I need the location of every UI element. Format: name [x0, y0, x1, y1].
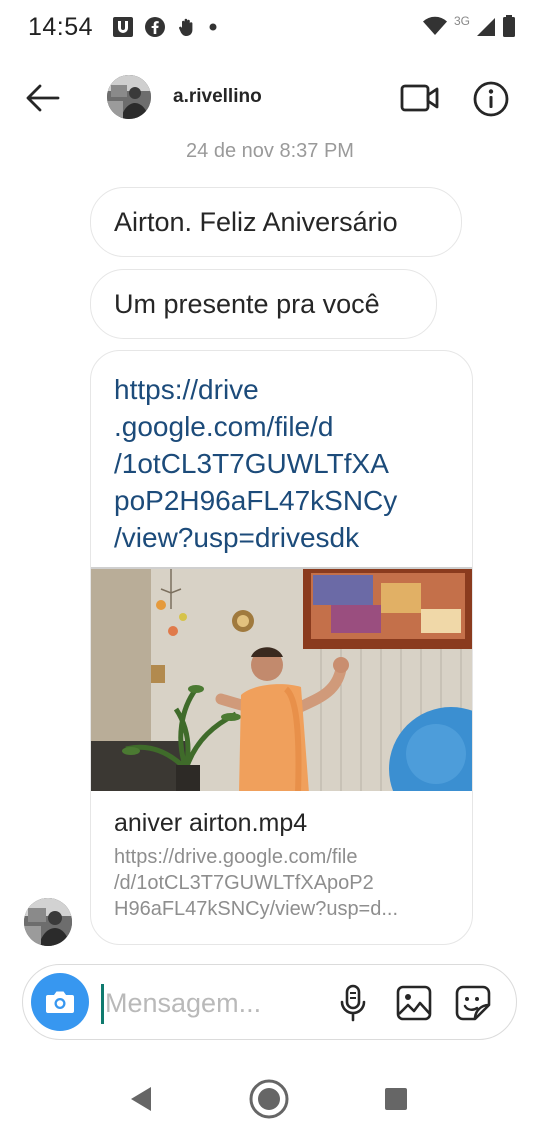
link-url-line: /1otCL3T7GUWLTfXA — [114, 448, 389, 479]
message-text: Airton. Feliz Aniversário — [114, 206, 398, 237]
video-call-icon — [400, 84, 439, 112]
wifi-icon — [422, 15, 448, 37]
message-timestamp: 24 de nov 8:37 PM — [186, 140, 354, 162]
text-caret — [101, 984, 104, 1024]
u-app-icon — [112, 16, 134, 38]
video-call-button[interactable] — [398, 80, 442, 116]
link-message-card[interactable]: https://drive .google.com/file/d /1otCL3… — [90, 350, 473, 945]
gallery-icon — [396, 985, 432, 1021]
dot-icon — [208, 22, 218, 32]
link-preview-url: https://drive.google.com/file /d/1otCL3T… — [114, 844, 452, 922]
link-preview-meta[interactable]: aniver airton.mp4 https://drive.google.c… — [91, 791, 472, 922]
message-bubble[interactable]: Airton. Feliz Aniversário — [90, 187, 462, 257]
link-preview-title: aniver airton.mp4 — [114, 809, 308, 837]
message-bubble[interactable]: Um presente pra você — [90, 269, 437, 339]
camera-button[interactable] — [31, 973, 89, 1031]
back-button[interactable] — [20, 78, 64, 118]
avatar[interactable] — [107, 75, 151, 119]
nav-home-button[interactable] — [248, 1078, 290, 1120]
status-bar: 14:54 3G — [0, 0, 540, 56]
signal-icon — [476, 15, 496, 37]
chat-username[interactable]: a.rivellino — [173, 86, 262, 108]
message-composer — [22, 964, 517, 1040]
sticker-button[interactable] — [453, 983, 493, 1023]
link-url-line: poP2H96aFL47kSNCy — [114, 485, 398, 516]
system-navigation-bar — [0, 1062, 540, 1135]
back-arrow-icon — [26, 84, 60, 112]
notification-icons — [112, 16, 218, 38]
info-icon — [473, 81, 509, 117]
hand-icon — [176, 16, 198, 38]
info-button[interactable] — [470, 78, 512, 120]
link-preview-image[interactable] — [91, 567, 472, 791]
system-icons: 3G — [422, 14, 516, 38]
link-preview-url-line: https://drive.google.com/file — [114, 846, 358, 868]
status-time: 14:54 — [28, 13, 94, 41]
nav-home-icon — [249, 1079, 289, 1119]
message-text: Um presente pra você — [114, 288, 380, 319]
link-preview-url-line: /d/1otCL3T7GUWLTfXApoP2 — [114, 872, 374, 894]
gallery-button[interactable] — [394, 983, 434, 1023]
microphone-icon — [340, 984, 366, 1022]
network-type-label: 3G — [453, 14, 470, 28]
voice-message-button[interactable] — [335, 983, 371, 1023]
chat-header: a.rivellino — [0, 62, 540, 134]
message-input[interactable] — [105, 979, 315, 1027]
link-url-line: /view?usp=drivesdk — [114, 522, 360, 553]
link-url[interactable]: https://drive .google.com/file/d /1otCL3… — [91, 351, 472, 567]
nav-back-button[interactable] — [124, 1082, 158, 1116]
battery-icon — [502, 14, 516, 38]
sticker-icon — [455, 985, 491, 1021]
link-url-line: .google.com/file/d — [114, 411, 334, 442]
sender-avatar[interactable] — [24, 898, 72, 946]
link-url-line: https://drive — [114, 374, 259, 405]
facebook-icon — [144, 16, 166, 38]
nav-recents-icon — [385, 1088, 407, 1110]
nav-back-icon — [131, 1087, 151, 1111]
camera-icon — [46, 991, 74, 1013]
nav-recents-button[interactable] — [380, 1083, 412, 1115]
link-preview-url-line: H96aFL47kSNCy/view?usp=d... — [114, 898, 399, 920]
